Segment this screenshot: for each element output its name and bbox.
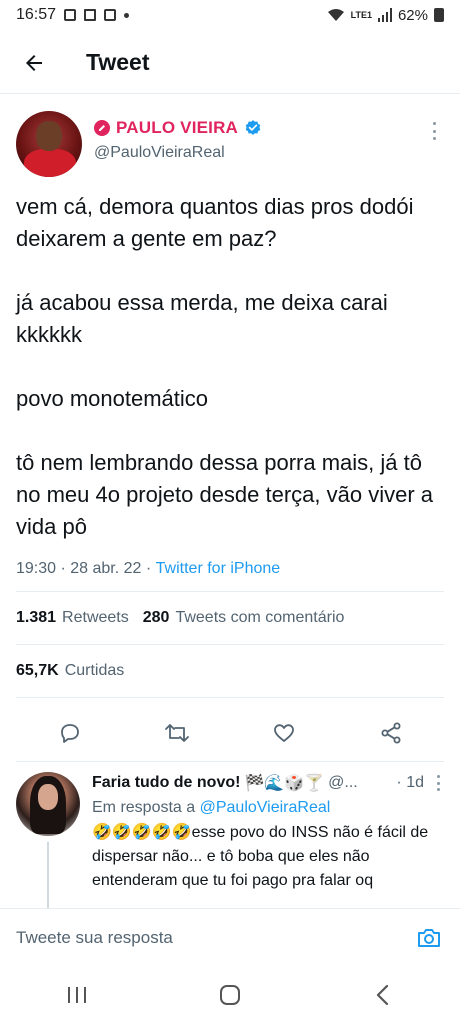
thread-line <box>47 842 49 908</box>
share-icon <box>381 722 400 743</box>
author-handle: @PauloVieiraReal <box>94 144 225 161</box>
tweet-time: 19:30 <box>16 560 57 577</box>
top-app-bar: Tweet <box>0 32 460 94</box>
stats-row-retweets: 1.381 Retweets 280 Tweets com comentário <box>16 592 444 645</box>
main-tweet: PAULO VIEIRA @PauloVieiraReal vem cá, de… <box>0 95 460 762</box>
status-time: 16:57 <box>16 6 57 23</box>
reply-text: 🤣🤣🤣🤣🤣esse povo do INSS não é fácil de di… <box>92 821 444 893</box>
quotes-link[interactable]: 280 Tweets com comentário <box>143 609 359 627</box>
back-nav-button[interactable] <box>353 975 413 1015</box>
share-button[interactable] <box>371 713 411 753</box>
reply-author-name: Faria tudo de novo! <box>92 774 241 791</box>
tweet-paragraph: povo monotemático <box>16 386 208 411</box>
verified-badge-icon <box>245 120 261 135</box>
tweet-paragraph: tô nem lembrando dessa porra mais, já tô… <box>16 450 434 539</box>
heart-icon <box>273 723 294 742</box>
tweet-paragraph: vem cá, demora quantos dias pros dodói d… <box>16 194 414 251</box>
reply-button[interactable] <box>50 713 90 753</box>
tweet-header: PAULO VIEIRA @PauloVieiraReal <box>16 111 444 177</box>
author-info[interactable]: PAULO VIEIRA @PauloVieiraReal <box>94 118 262 162</box>
likes-link[interactable]: 65,7K Curtidas <box>16 662 138 680</box>
pencil-badge-icon <box>94 120 110 136</box>
calendar-notification-icon <box>104 9 117 21</box>
retweets-label: Retweets <box>62 609 129 626</box>
gallery-notification-icon <box>64 9 77 21</box>
status-bar: 16:57 LTE1 62% <box>0 0 460 30</box>
missed-call-notification-icon <box>84 9 97 21</box>
stats-row-likes: 65,7K Curtidas <box>16 645 444 698</box>
page-title: Tweet <box>86 49 150 75</box>
reply-author-avatar[interactable] <box>16 772 80 836</box>
chevron-left-icon <box>377 984 389 1006</box>
tweet-text: vem cá, demora quantos dias pros dodói d… <box>16 191 444 543</box>
reply-emoji-prefix: 🤣🤣🤣🤣🤣 <box>92 824 192 841</box>
battery-percent: 62% <box>397 6 428 24</box>
system-nav-bar <box>0 966 460 1024</box>
likes-count: 65,7K <box>16 662 59 679</box>
reply-time: · 1d <box>396 774 424 791</box>
like-button[interactable] <box>264 713 304 753</box>
tweet-actions <box>16 704 444 762</box>
tweet-meta: 19:30 · 28 abr. 22 · Twitter for iPhone <box>16 551 444 587</box>
camera-icon <box>418 928 440 947</box>
author-display-name: PAULO VIEIRA <box>116 118 239 137</box>
arrow-left-icon <box>26 54 42 71</box>
more-notifications-icon <box>124 12 130 18</box>
reply-compose-bar <box>0 908 460 966</box>
reply-more-options-button[interactable] <box>432 773 444 793</box>
network-label: LTE1 <box>350 10 372 20</box>
recents-button[interactable] <box>47 975 107 1015</box>
reply-author-emoji: 🏁🌊🎲🍸 <box>244 775 325 792</box>
back-button[interactable] <box>14 43 54 83</box>
home-button[interactable] <box>200 975 260 1015</box>
tweet-stats: 1.381 Retweets 280 Tweets com comentário… <box>16 591 444 698</box>
reply-context: Em resposta a @PauloVieiraReal <box>92 799 444 817</box>
author-avatar[interactable] <box>16 111 82 177</box>
home-icon <box>219 985 240 1005</box>
reply-to-prefix: Em resposta a <box>92 799 196 816</box>
quotes-label: Tweets com comentário <box>175 609 345 626</box>
retweet-button[interactable] <box>157 713 197 753</box>
tweet-more-options-button[interactable] <box>424 119 444 143</box>
recents-icon <box>67 987 86 1003</box>
reply-author-handle: @... <box>328 774 358 791</box>
battery-icon <box>434 8 444 22</box>
reply-to-mention-link[interactable]: @PauloVieiraReal <box>200 799 331 816</box>
meta-separator: · <box>141 560 156 577</box>
comment-icon <box>60 723 79 743</box>
tweet-paragraph: já acabou essa merda, me deixa carai kkk… <box>16 290 388 347</box>
meta-separator: · <box>56 560 71 577</box>
quotes-count: 280 <box>142 609 170 626</box>
retweet-icon <box>164 723 189 742</box>
signal-icon <box>377 8 392 22</box>
retweets-count: 1.381 <box>16 609 57 626</box>
camera-button[interactable] <box>414 923 444 953</box>
retweets-link[interactable]: 1.381 Retweets <box>16 609 143 627</box>
tweet-date: 28 abr. 22 <box>70 560 142 577</box>
tweet-source-link[interactable]: Twitter for iPhone <box>156 560 281 578</box>
wifi-icon <box>327 9 344 21</box>
reply-tweet[interactable]: Faria tudo de novo! 🏁🌊🎲🍸 @... · 1d Em re… <box>0 762 460 908</box>
likes-label: Curtidas <box>64 662 125 679</box>
reply-input[interactable] <box>16 927 414 948</box>
